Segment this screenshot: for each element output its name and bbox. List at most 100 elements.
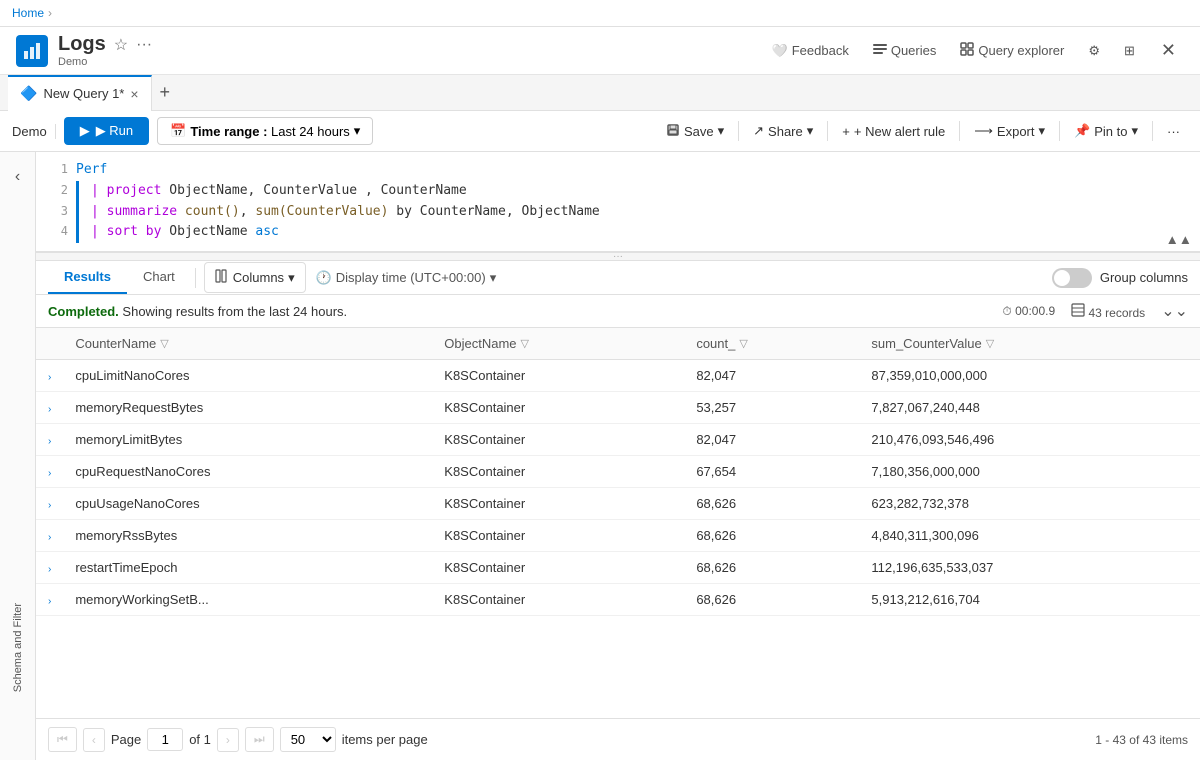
queries-icon bbox=[873, 42, 887, 59]
queries-button[interactable]: Queries bbox=[867, 38, 943, 63]
cell-sum-countervalue: 210,476,093,546,496 bbox=[859, 424, 1200, 456]
row-expand-icon[interactable]: › bbox=[48, 404, 51, 415]
chevron-left-icon: ‹ bbox=[15, 168, 20, 185]
run-button[interactable]: ▶ ▶ Run bbox=[64, 117, 149, 145]
cell-sum-countervalue: 87,359,010,000,000 bbox=[859, 360, 1200, 392]
pin-to-button[interactable]: 📌 Pin to ▾ bbox=[1066, 118, 1146, 144]
tab-results[interactable]: Results bbox=[48, 261, 127, 294]
table-row[interactable]: › cpuLimitNanoCores K8SContainer 82,047 … bbox=[36, 360, 1200, 392]
export-button[interactable]: ⟶ Export ▾ bbox=[966, 118, 1053, 144]
app-header: Logs ☆ ··· Demo 🤍 Feedback Queries bbox=[0, 27, 1200, 75]
cell-countername: memoryWorkingSetB... bbox=[63, 584, 432, 616]
layout-icon: ⊞ bbox=[1124, 43, 1135, 59]
sidebar-label[interactable]: Schema and Filter bbox=[8, 595, 28, 700]
code-editor[interactable]: 1 Perf 2 | project ObjectName, CounterVa… bbox=[36, 152, 1200, 253]
row-expand-icon[interactable]: › bbox=[48, 564, 51, 575]
chevron-down-icon: ▾ bbox=[354, 123, 361, 139]
page-of-label: of 1 bbox=[189, 732, 211, 747]
close-button[interactable]: ✕ bbox=[1153, 36, 1184, 65]
feedback-button[interactable]: 🤍 Feedback bbox=[766, 39, 855, 63]
th-sum-countervalue: sum_CounterValue ▽ bbox=[859, 328, 1200, 360]
columns-button[interactable]: Columns ▾ bbox=[204, 262, 306, 293]
cell-countername: memoryRssBytes bbox=[63, 520, 432, 552]
tab-chart[interactable]: Chart bbox=[127, 261, 191, 294]
cell-objectname: K8SContainer bbox=[432, 456, 684, 488]
cell-countername: cpuRequestNanoCores bbox=[63, 456, 432, 488]
page-next-button[interactable]: › bbox=[217, 728, 239, 752]
toolbar-more-button[interactable]: ··· bbox=[1159, 119, 1188, 144]
table-row[interactable]: › memoryRequestBytes K8SContainer 53,257… bbox=[36, 392, 1200, 424]
display-time-button[interactable]: 🕐 Display time (UTC+00:00) ▾ bbox=[306, 264, 507, 292]
table-row[interactable]: › cpuUsageNanoCores K8SContainer 68,626 … bbox=[36, 488, 1200, 520]
page-last-button[interactable]: ⏭ bbox=[245, 727, 274, 752]
table-row[interactable]: › memoryWorkingSetB... K8SContainer 68,6… bbox=[36, 584, 1200, 616]
content-area: 1 Perf 2 | project ObjectName, CounterVa… bbox=[36, 152, 1200, 760]
pin-icon: 📌 bbox=[1074, 123, 1090, 139]
cell-objectname: K8SContainer bbox=[432, 424, 684, 456]
th-count: count_ ▽ bbox=[684, 328, 859, 360]
filter-icon-countername[interactable]: ▽ bbox=[160, 337, 168, 350]
page-input[interactable] bbox=[147, 728, 183, 751]
tab-new-query-1[interactable]: 🔷 New Query 1* × bbox=[8, 75, 152, 111]
app-icon bbox=[16, 35, 48, 67]
table-row[interactable]: › cpuRequestNanoCores K8SContainer 67,65… bbox=[36, 456, 1200, 488]
row-expand-icon[interactable]: › bbox=[48, 596, 51, 607]
tab-icon: 🔷 bbox=[20, 85, 37, 102]
cell-count: 68,626 bbox=[684, 584, 859, 616]
time-range-button[interactable]: 📅 Time range : Last 24 hours ▾ bbox=[157, 117, 373, 145]
group-columns-toggle[interactable]: Group columns bbox=[1052, 268, 1188, 288]
table-row[interactable]: › restartTimeEpoch K8SContainer 68,626 1… bbox=[36, 552, 1200, 584]
status-expand-button[interactable]: ⌄⌄ bbox=[1161, 301, 1188, 321]
tab-close-button[interactable]: × bbox=[130, 87, 138, 101]
filter-icon-count[interactable]: ▽ bbox=[739, 337, 747, 350]
query-explorer-button[interactable]: Query explorer bbox=[954, 38, 1070, 63]
alert-icon: + bbox=[842, 124, 850, 139]
th-countername: CounterName ▽ bbox=[63, 328, 432, 360]
cell-sum-countervalue: 7,827,067,240,448 bbox=[859, 392, 1200, 424]
layout-button[interactable]: ⊞ bbox=[1118, 39, 1141, 63]
breadcrumb-home[interactable]: Home bbox=[12, 6, 44, 20]
row-expand-icon[interactable]: › bbox=[48, 436, 51, 447]
editor-collapse-button[interactable]: ▲▲ bbox=[1166, 232, 1192, 247]
cell-countername: cpuUsageNanoCores bbox=[63, 488, 432, 520]
status-text: Completed. Showing results from the last… bbox=[48, 304, 347, 319]
resize-handle[interactable]: ··· bbox=[36, 253, 1200, 261]
group-columns-label: Group columns bbox=[1100, 270, 1188, 285]
status-bar: Completed. Showing results from the last… bbox=[36, 295, 1200, 328]
results-table: CounterName ▽ ObjectName ▽ bbox=[36, 328, 1200, 616]
sidebar: ‹ Schema and Filter bbox=[0, 152, 36, 760]
row-expand-icon[interactable]: › bbox=[48, 532, 51, 543]
share-button[interactable]: ↗ Share ▾ bbox=[745, 118, 821, 144]
record-count: 43 records bbox=[1071, 303, 1145, 320]
toggle-switch[interactable] bbox=[1052, 268, 1092, 288]
more-button[interactable]: ··· bbox=[136, 36, 152, 54]
table-row[interactable]: › memoryRssBytes K8SContainer 68,626 4,8… bbox=[36, 520, 1200, 552]
page-prev-button[interactable]: ‹ bbox=[83, 728, 105, 752]
main-area: ‹ Schema and Filter 1 Perf 2 | project O… bbox=[0, 152, 1200, 760]
calendar-icon: 📅 bbox=[170, 123, 186, 139]
cell-count: 82,047 bbox=[684, 360, 859, 392]
row-expand-icon[interactable]: › bbox=[48, 500, 51, 511]
filter-icon-sum[interactable]: ▽ bbox=[986, 337, 994, 350]
save-button[interactable]: Save ▾ bbox=[658, 118, 732, 145]
settings-button[interactable]: ⚙ bbox=[1082, 39, 1106, 63]
new-alert-button[interactable]: + + New alert rule bbox=[834, 119, 953, 144]
code-line-2: 2 | project ObjectName, CounterValue , C… bbox=[48, 181, 1188, 202]
sidebar-collapse-button[interactable]: ‹ bbox=[11, 160, 24, 194]
star-button[interactable]: ☆ bbox=[114, 35, 128, 55]
th-objectname: ObjectName ▽ bbox=[432, 328, 684, 360]
page-first-button[interactable]: ⏮ bbox=[48, 727, 77, 752]
cell-countername: memoryLimitBytes bbox=[63, 424, 432, 456]
per-page-select[interactable]: 50 100 200 bbox=[280, 727, 336, 752]
export-icon: ⟶ bbox=[974, 123, 993, 139]
row-expand-icon[interactable]: › bbox=[48, 468, 51, 479]
per-page-label: items per page bbox=[342, 732, 428, 747]
cell-count: 67,654 bbox=[684, 456, 859, 488]
cell-sum-countervalue: 623,282,732,378 bbox=[859, 488, 1200, 520]
table-row[interactable]: › memoryLimitBytes K8SContainer 82,047 2… bbox=[36, 424, 1200, 456]
row-expand-icon[interactable]: › bbox=[48, 372, 51, 383]
export-chevron-icon: ▾ bbox=[1039, 123, 1046, 139]
new-tab-button[interactable]: + bbox=[152, 82, 179, 103]
save-chevron-icon: ▾ bbox=[718, 123, 725, 139]
filter-icon-objectname[interactable]: ▽ bbox=[521, 337, 529, 350]
